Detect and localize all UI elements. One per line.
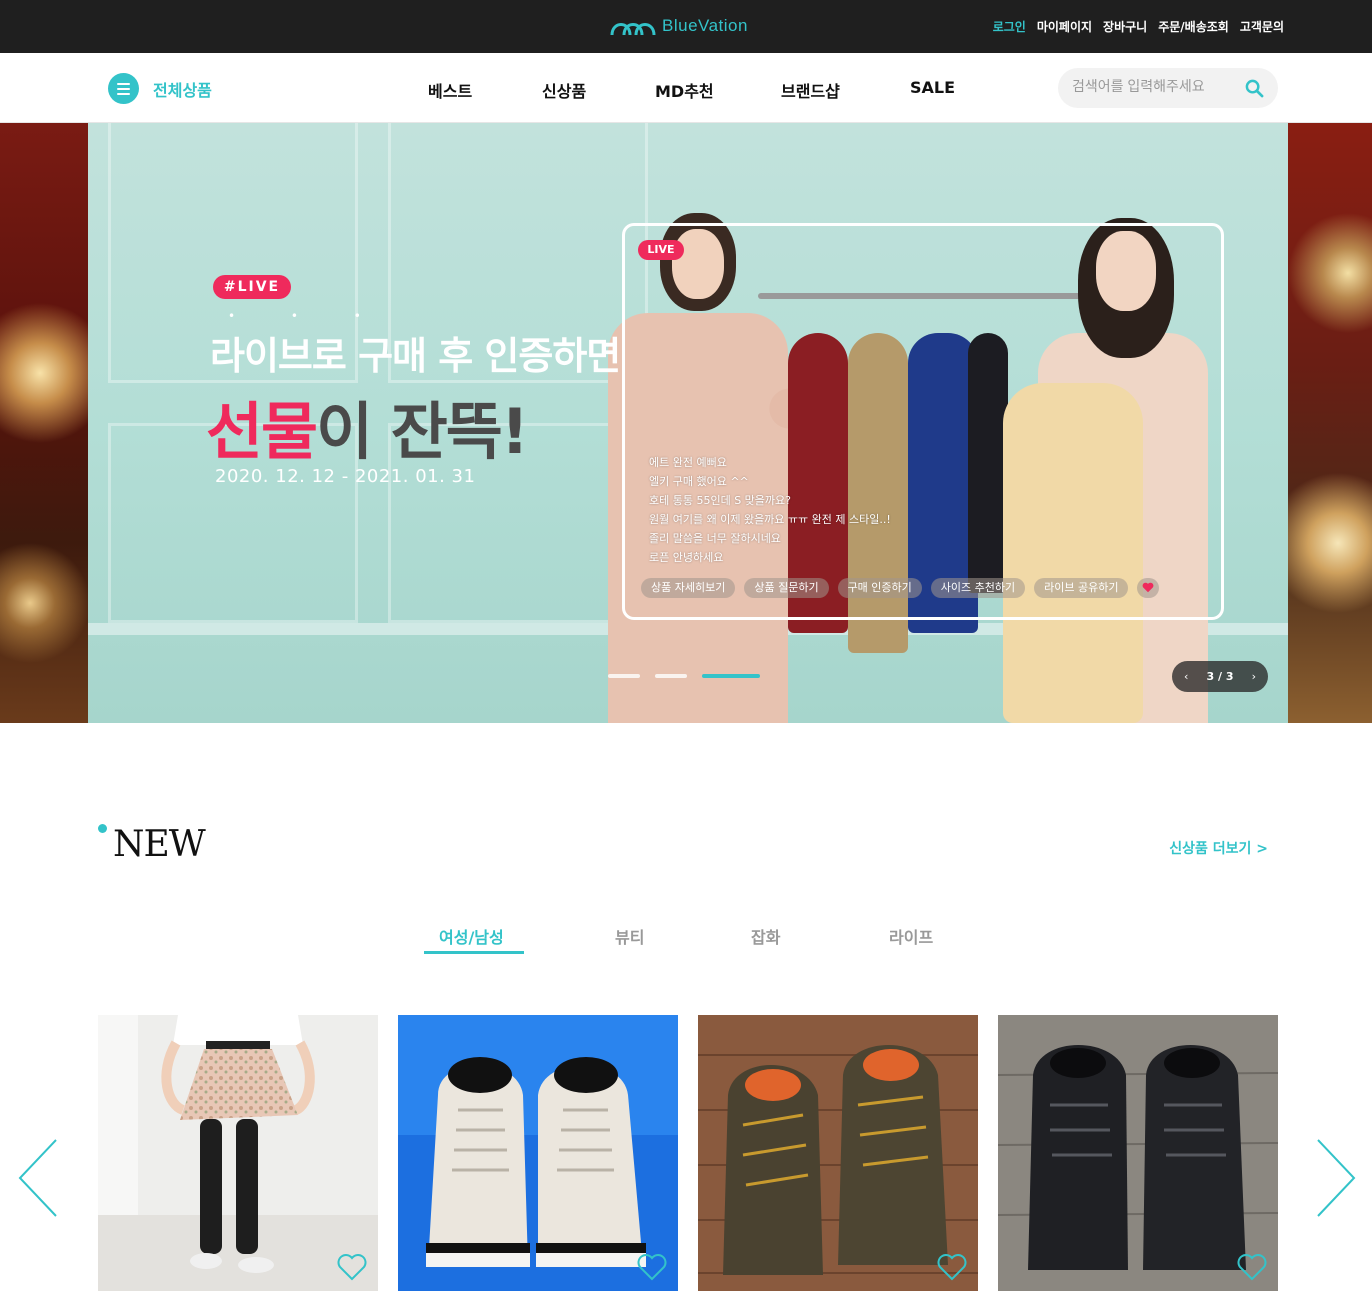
chat-message: 엘키 구매 했어요 ^^	[649, 475, 749, 488]
chat-message: 원월 여기를 왜 이제 왔을까요 ㅠㅠ 완전 제 스타일..!	[649, 513, 891, 526]
product-detail-button[interactable]: 상품 자세히보기	[641, 578, 736, 598]
live-hashtag-badge: #LIVE	[213, 275, 291, 299]
nav-item-sale[interactable]: SALE	[910, 78, 955, 97]
live-action-buttons: 상품 자세히보기 상품 질문하기 구매 인증하기 사이즈 추천하기 라이브 공유…	[641, 578, 1160, 598]
heart-icon[interactable]	[1236, 1253, 1268, 1281]
product-question-button[interactable]: 상품 질문하기	[744, 578, 829, 598]
decorative-dots: • • •	[228, 309, 387, 323]
product-image-hiking-shoes	[698, 1015, 978, 1291]
live-chat-list: 에트 완전 예뻐요 엘키 구매 했어요 ^^ 호테 통통 55인데 S 맞을까요…	[649, 453, 891, 567]
more-new-products-link[interactable]: 신상품 더보기 >	[1169, 838, 1268, 858]
product-image-black-shoes	[998, 1015, 1278, 1291]
chat-message: 졸리 말씀을 너무 잘하시네요	[649, 532, 781, 545]
product-card[interactable]	[98, 1015, 378, 1291]
hero-subheadline: 선물이 잔뜩!	[206, 395, 529, 468]
product-card[interactable]	[398, 1015, 678, 1291]
mypage-link[interactable]: 마이페이지	[1037, 18, 1092, 35]
product-card[interactable]	[998, 1015, 1278, 1291]
heart-icon[interactable]	[636, 1253, 668, 1281]
customer-inquiry-link[interactable]: 고객문의	[1240, 18, 1284, 35]
section-accent-dot	[98, 824, 107, 833]
heart-icon[interactable]	[936, 1253, 968, 1281]
chevron-left-icon[interactable]: ‹	[1184, 670, 1188, 683]
active-tab-indicator	[424, 951, 524, 954]
product-image-skirt	[98, 1015, 378, 1291]
chat-message: 에트 완전 예뻐요	[649, 456, 727, 469]
product-card[interactable]	[698, 1015, 978, 1291]
nav-item-brand-shop[interactable]: 브랜드샵	[781, 78, 840, 102]
logo-mark-icon	[610, 23, 656, 36]
slide-counter: ‹ 3 / 3 ›	[1172, 661, 1268, 692]
live-badge: LIVE	[638, 240, 684, 260]
heart-icon[interactable]	[336, 1253, 368, 1281]
slide-indicator[interactable]	[655, 674, 687, 678]
search-box	[1058, 68, 1278, 108]
hamburger-icon	[108, 73, 139, 104]
heart-icon[interactable]	[1137, 578, 1160, 598]
chat-message: 호테 통통 55인데 S 맞을까요?	[649, 494, 792, 507]
main-nav-bar: 전체상품 베스트 신상품 MD추천 브랜드샵 SALE	[0, 53, 1372, 123]
carousel-next-arrow-icon[interactable]	[1314, 1138, 1358, 1218]
tab-beauty[interactable]: 뷰티	[615, 924, 644, 948]
hero-slide[interactable]: #LIVE • • • 라이브로 구매 후 인증하면 선물이 잔뜩! 2020.…	[88, 123, 1288, 723]
tab-goods[interactable]: 잡화	[751, 924, 780, 948]
brand-logo[interactable]: BlueVation	[610, 14, 748, 38]
nav-item-new[interactable]: 신상품	[542, 78, 586, 102]
hero-banner: #LIVE • • • 라이브로 구매 후 인증하면 선물이 잔뜩! 2020.…	[0, 123, 1372, 723]
top-utility-bar: BlueVation 로그인 마이페이지 장바구니 주문/배송조회 고객문의	[0, 0, 1372, 53]
search-icon[interactable]	[1245, 79, 1264, 98]
size-recommend-button[interactable]: 사이즈 추천하기	[930, 578, 1026, 598]
nav-item-md-pick[interactable]: MD추천	[655, 78, 714, 102]
product-image-white-sneakers	[398, 1015, 678, 1291]
nav-item-best[interactable]: 베스트	[428, 78, 472, 102]
live-share-button[interactable]: 라이브 공유하기	[1034, 578, 1129, 598]
search-input[interactable]	[1072, 78, 1232, 94]
event-date: 2020. 12. 12 - 2021. 01. 31	[215, 466, 476, 487]
hero-headline: 라이브로 구매 후 인증하면	[210, 334, 621, 378]
order-tracking-link[interactable]: 주문/배송조회	[1158, 18, 1229, 35]
prev-slide-peek	[0, 123, 88, 723]
all-products-menu-button[interactable]: 전체상품	[108, 73, 212, 104]
chevron-right-icon[interactable]: ›	[1252, 670, 1256, 683]
slide-indicators	[608, 674, 760, 678]
carousel-prev-arrow-icon[interactable]	[16, 1138, 60, 1218]
tab-life[interactable]: 라이프	[889, 924, 933, 948]
section-title: NEW	[113, 824, 206, 865]
next-slide-peek	[1288, 123, 1372, 723]
slide-indicator[interactable]	[608, 674, 640, 678]
purchase-verify-button[interactable]: 구매 인증하기	[837, 578, 922, 598]
all-products-label: 전체상품	[153, 80, 212, 100]
brand-name: BlueVation	[662, 16, 748, 35]
cart-link[interactable]: 장바구니	[1103, 18, 1147, 35]
slide-indicator-active[interactable]	[702, 674, 760, 678]
slide-counter-text: 3 / 3	[1206, 670, 1234, 683]
utility-links: 로그인 마이페이지 장바구니 주문/배송조회 고객문의	[993, 18, 1284, 35]
login-link[interactable]: 로그인	[993, 18, 1026, 35]
tab-women-men[interactable]: 여성/남성	[439, 924, 504, 948]
chat-message: 로픈 안녕하세요	[649, 551, 724, 564]
